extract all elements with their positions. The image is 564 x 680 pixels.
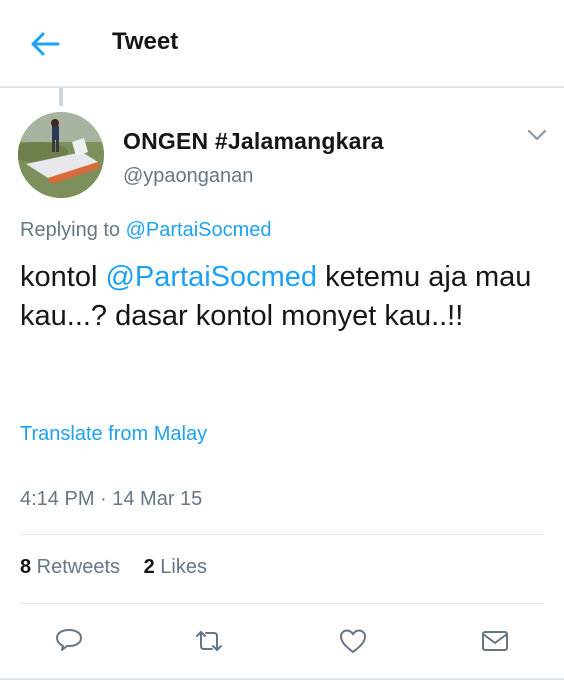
tweet-text-start: kontol xyxy=(20,261,106,293)
user-handle[interactable]: @ypaonganan xyxy=(123,165,253,188)
likes-label: Likes xyxy=(154,556,207,578)
like-icon[interactable] xyxy=(338,626,368,656)
retweets-label: Retweets xyxy=(31,556,121,578)
action-bar xyxy=(0,616,564,666)
reply-icon[interactable] xyxy=(54,626,84,656)
likes-count: 2 xyxy=(143,556,155,578)
arrow-left-icon[interactable] xyxy=(30,30,60,58)
translate-link[interactable]: Translate from Malay xyxy=(20,423,207,446)
replying-to-line: Replying to @PartaiSocmed xyxy=(20,219,272,242)
retweets-stat[interactable]: 8 Retweets xyxy=(20,556,120,578)
header-bar: Tweet xyxy=(0,0,564,88)
display-name[interactable]: ONGEN #Jalamangkara xyxy=(123,128,384,155)
avatar-photo xyxy=(18,112,104,198)
likes-stat[interactable]: 2 Likes xyxy=(144,556,207,578)
divider xyxy=(20,534,544,535)
divider xyxy=(20,603,544,604)
tweet-text: kontol @PartaiSocmed ketemu aja mau kau.… xyxy=(20,258,550,336)
retweets-count: 8 xyxy=(20,556,32,578)
avatar[interactable] xyxy=(18,112,104,198)
replying-to-link[interactable]: @PartaiSocmed xyxy=(126,219,272,241)
chevron-down-icon[interactable] xyxy=(526,128,548,142)
share-icon[interactable] xyxy=(480,626,510,656)
mention-link[interactable]: @PartaiSocmed xyxy=(105,261,317,293)
engagement-stats: 8 Retweets 2 Likes xyxy=(20,556,225,579)
page-title: Tweet xyxy=(112,28,179,55)
thread-connector-line xyxy=(59,88,63,106)
replying-to-prefix: Replying to xyxy=(20,219,126,241)
retweet-icon[interactable] xyxy=(194,626,224,656)
tweet-timestamp[interactable]: 4:14 PM · 14 Mar 15 xyxy=(20,488,202,511)
